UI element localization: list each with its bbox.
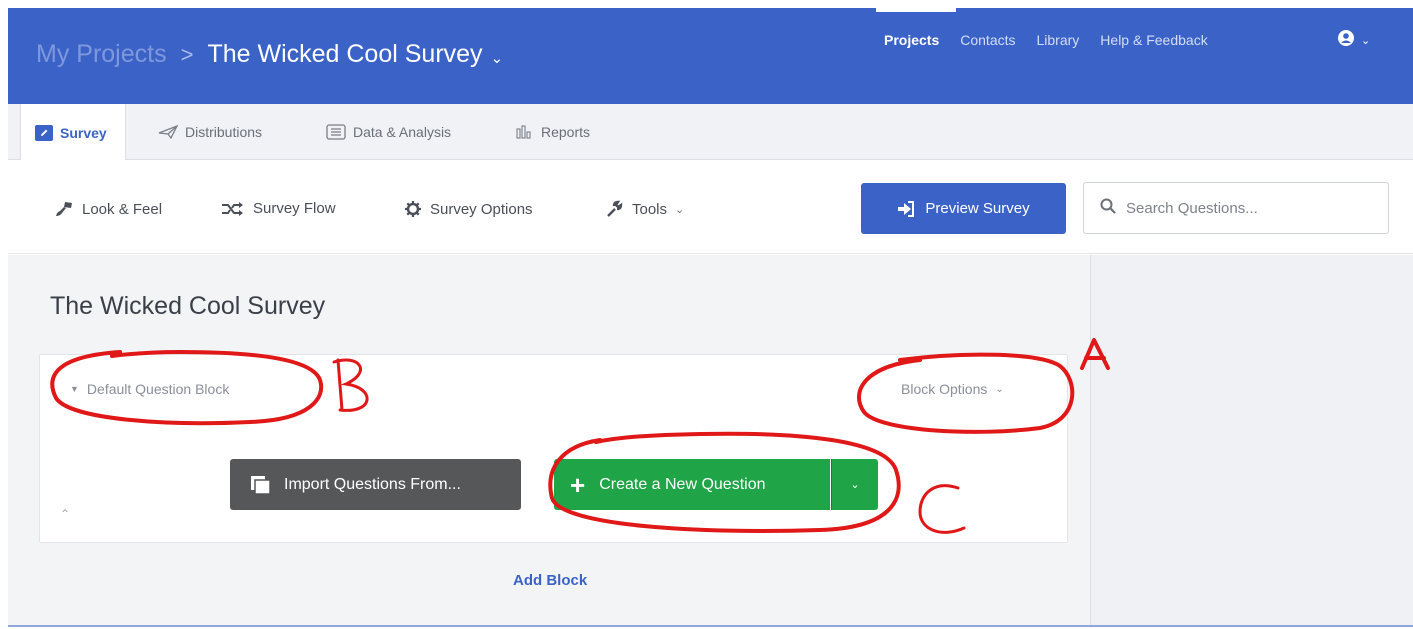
tab-bar: Survey Distributions Data & Analysis Rep… [8,104,1413,161]
create-new-question-button[interactable]: + Create a New Question [554,459,830,510]
flow-arrows-icon [221,201,245,217]
block-options-menu[interactable]: Block Options ⌄ [901,381,1004,397]
import-questions-label: Import Questions From... [284,475,461,493]
tools-menu-button[interactable]: Tools ⌄ [606,200,684,218]
import-questions-button[interactable]: Import Questions From... [230,459,521,510]
survey-options-label: Survey Options [430,200,533,218]
user-circle-icon [1337,29,1355,52]
chevron-down-icon: ⌄ [675,203,685,216]
nav-help-feedback[interactable]: Help & Feedback [1100,32,1207,48]
qualtrics-survey-editor: My Projects > The Wicked Cool Survey ⌄ P… [0,0,1413,629]
paper-plane-icon [158,125,178,139]
tab-reports[interactable]: Reports [516,104,590,160]
nav-contacts[interactable]: Contacts [960,32,1015,48]
survey-toolbar: Look & Feel Survey Flow Survey Options T… [8,160,1413,254]
breadcrumb-my-projects[interactable]: My Projects [36,40,167,69]
tab-data-analysis[interactable]: Data & Analysis [326,104,451,160]
look-feel-label: Look & Feel [82,200,163,218]
tab-survey-label: Survey [60,124,107,141]
top-nav: Projects Contacts Library Help & Feedbac… [884,32,1229,48]
nav-projects[interactable]: Projects [884,32,939,48]
search-icon [1100,198,1116,219]
survey-title[interactable]: The Wicked Cool Survey [50,292,325,321]
block-name-toggle[interactable]: ▼ Default Question Block [70,381,229,397]
copy-pages-icon [250,475,272,495]
survey-flow-label: Survey Flow [253,200,336,217]
bottom-divider [8,625,1413,627]
create-question-dropdown-button[interactable]: ⌄ [831,459,878,510]
chevron-down-icon: ⌄ [850,479,860,491]
paint-brush-icon [54,200,74,218]
block-options-label: Block Options [901,381,988,397]
nav-library[interactable]: Library [1037,32,1080,48]
look-feel-button[interactable]: Look & Feel [54,200,162,218]
search-questions-input[interactable] [1126,199,1376,217]
search-questions-field[interactable] [1083,182,1389,234]
add-block-link[interactable]: Add Block [513,572,587,589]
tab-reports-label: Reports [541,124,591,140]
user-menu[interactable]: ⌄ [1337,29,1370,52]
tab-distributions[interactable]: Distributions [158,104,262,160]
active-nav-indicator [876,8,956,12]
bar-chart-icon [516,125,534,139]
wrench-icon [606,200,624,218]
tab-data-analysis-label: Data & Analysis [353,124,452,140]
plus-icon: + [570,469,586,500]
chevron-down-icon: ⌄ [1361,35,1371,47]
chevron-down-icon: ⌄ [995,383,1004,395]
block-name-label: Default Question Block [86,381,230,397]
collapse-block-icon[interactable]: ⌃ [60,507,70,521]
gear-icon [404,200,422,218]
tab-distributions-label: Distributions [185,124,263,140]
preview-survey-button[interactable]: Preview Survey [861,183,1066,234]
tab-survey[interactable]: Survey [20,104,126,161]
breadcrumb: My Projects > The Wicked Cool Survey ⌄ [36,40,503,69]
survey-flow-button[interactable]: Survey Flow [221,200,336,217]
side-panel [1090,255,1413,625]
question-block: ▼ Default Question Block Block Options ⌄… [39,354,1068,543]
breadcrumb-separator: > [180,41,194,67]
pencil-icon [35,124,53,141]
sign-in-icon [897,200,915,217]
list-icon [326,124,346,140]
preview-survey-label: Preview Survey [925,200,1030,217]
create-new-question-label: Create a New Question [599,475,766,493]
chevron-down-icon[interactable]: ⌄ [491,49,504,67]
project-title[interactable]: The Wicked Cool Survey [207,40,482,69]
triangle-down-icon: ▼ [70,384,79,394]
survey-options-button[interactable]: Survey Options [404,200,533,218]
tools-label: Tools [632,200,668,218]
